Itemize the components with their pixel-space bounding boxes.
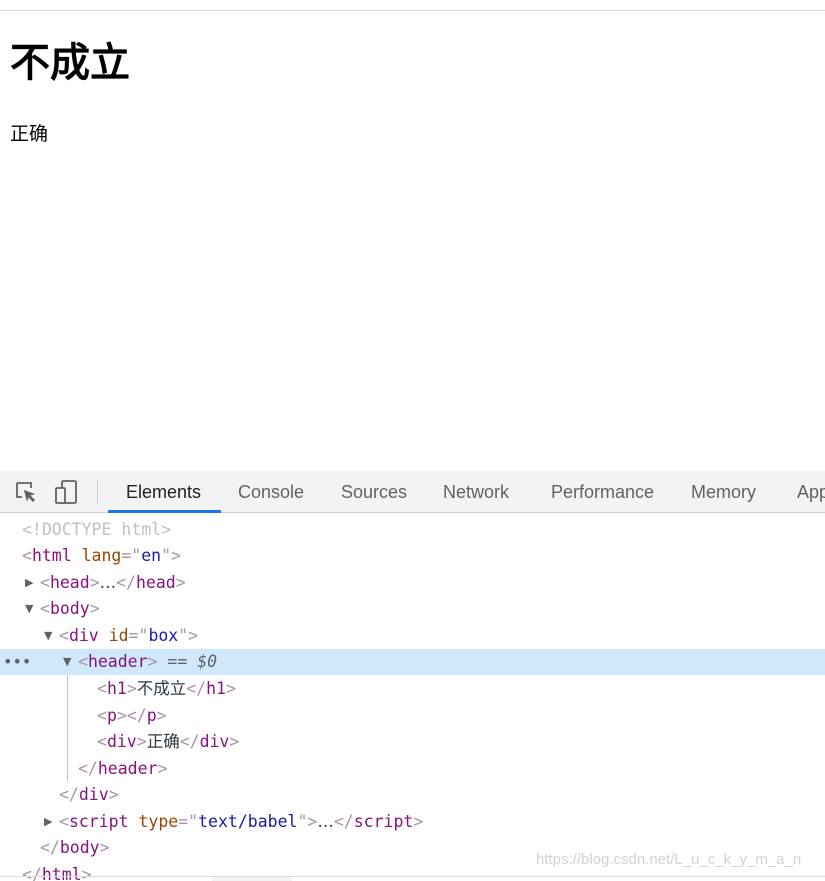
header-close-tag: </header>: [78, 759, 168, 778]
tree-row-p[interactable]: <p></p>: [0, 703, 825, 729]
tree-row-html[interactable]: <html lang="en">: [0, 543, 825, 569]
devtools-panel: Elements Console Sources Network Perform…: [0, 471, 825, 881]
tab-elements[interactable]: Elements: [126, 471, 201, 513]
html-close-tag: </html>: [22, 865, 92, 881]
h1-node: <h1>不成立</h1>: [97, 679, 236, 698]
html-open-tag: <html lang="en">: [22, 546, 181, 565]
tree-row-div-box[interactable]: ▼ <div id="box">: [0, 623, 825, 649]
tab-console[interactable]: Console: [238, 471, 304, 513]
inner-div-node: <div>正确</div>: [97, 732, 240, 751]
tab-memory[interactable]: Memory: [691, 471, 756, 513]
body-close-tag: </body>: [40, 838, 110, 857]
watermark-text: https://blog.csdn.net/L_u_c_k_y_m_a_n: [536, 851, 802, 868]
doctype-node: <!DOCTYPE html>: [22, 520, 172, 539]
expand-triangle-icon[interactable]: ▶: [25, 570, 33, 596]
page-div-text: 正确: [10, 123, 49, 145]
div-close-tag: </div>: [59, 785, 119, 804]
tree-row-h1[interactable]: <h1>不成立</h1>: [0, 676, 825, 702]
devtools-toolbar: Elements Console Sources Network Perform…: [0, 471, 825, 513]
inspect-element-icon[interactable]: [13, 479, 39, 505]
div-box-open-tag: <div id="box">: [59, 626, 199, 645]
tree-row-script[interactable]: ▶ <script type="text/babel">…</script>: [0, 809, 825, 835]
tree-row-header-selected[interactable]: ••• ▼ <header> == $0: [0, 649, 825, 675]
body-open-tag: <body>: [40, 599, 100, 618]
tree-row-header-close[interactable]: </header>: [0, 756, 825, 782]
tab-network[interactable]: Network: [443, 471, 509, 513]
tree-row-body[interactable]: ▼ <body>: [0, 596, 825, 622]
elements-tree: <!DOCTYPE html> <html lang="en"> ▶ <head…: [0, 513, 825, 881]
toolbar-separator: [97, 480, 98, 504]
tree-row-div-close[interactable]: </div>: [0, 782, 825, 808]
header-open-tag: <header> == $0: [78, 652, 218, 671]
expand-triangle-icon[interactable]: ▶: [44, 809, 52, 835]
script-node: <script type="text/babel">…</script>: [59, 812, 424, 831]
tree-row-inner-div[interactable]: <div>正确</div>: [0, 729, 825, 755]
tree-row-head[interactable]: ▶ <head>…</head>: [0, 570, 825, 596]
tree-row-doctype[interactable]: <!DOCTYPE html>: [0, 517, 825, 543]
collapse-triangle-icon[interactable]: ▼: [44, 623, 52, 649]
page-viewport: 不成立 正确: [0, 11, 825, 471]
device-toolbar-icon[interactable]: [54, 479, 80, 505]
page-heading: 不成立: [10, 40, 130, 86]
collapse-triangle-icon[interactable]: ▼: [25, 596, 33, 622]
tab-application[interactable]: App: [797, 471, 825, 513]
more-options-icon[interactable]: •••: [3, 649, 31, 675]
tab-sources[interactable]: Sources: [341, 471, 407, 513]
bottom-divider: [0, 876, 825, 877]
drawer-handle[interactable]: [212, 877, 292, 881]
p-node: <p></p>: [97, 706, 167, 725]
head-node: <head>…</head>: [40, 573, 186, 592]
tab-performance[interactable]: Performance: [551, 471, 654, 513]
collapse-triangle-icon[interactable]: ▼: [63, 649, 71, 675]
